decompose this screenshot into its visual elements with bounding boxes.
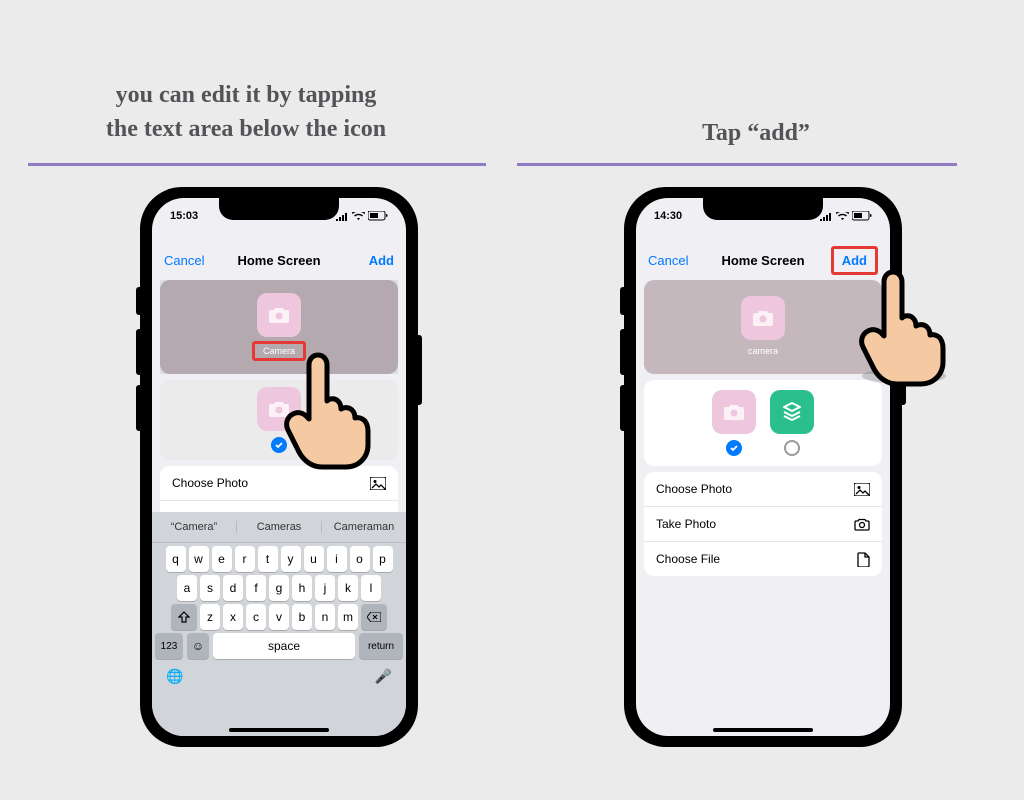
key-d[interactable]: d (223, 575, 243, 601)
preview-card: camera (644, 280, 882, 374)
camera-icon (723, 403, 745, 421)
key-shift[interactable] (171, 604, 197, 630)
key-w[interactable]: w (189, 546, 209, 572)
key-m[interactable]: m (338, 604, 358, 630)
icon-option-1[interactable] (712, 390, 756, 434)
underline-left (28, 163, 486, 166)
phone-left: 15:03 Cancel Home Screen Add Camera (140, 187, 418, 747)
radio-unselected[interactable] (784, 440, 800, 456)
status-indicators (335, 211, 388, 221)
key-b[interactable]: b (292, 604, 312, 630)
navbar: Cancel Home Screen Add (152, 246, 406, 274)
wifi-icon (836, 212, 849, 221)
actions-list: Choose Photo Take Photo Choose File (644, 472, 882, 576)
key-o[interactable]: o (350, 546, 370, 572)
choose-photo-row[interactable]: Choose Photo (644, 472, 882, 507)
key-c[interactable]: c (246, 604, 266, 630)
camera-outline-icon (854, 518, 870, 531)
photo-icon (854, 483, 870, 496)
key-backspace[interactable] (361, 604, 387, 630)
choose-file-row[interactable]: Choose File (644, 542, 882, 576)
key-j[interactable]: j (315, 575, 335, 601)
key-t[interactable]: t (258, 546, 278, 572)
phone-right: 14:30 Cancel Home Screen Add camera (624, 187, 902, 747)
key-emoji[interactable]: ☺ (187, 633, 209, 659)
key-k[interactable]: k (338, 575, 358, 601)
suggestion-3[interactable]: Cameraman (322, 521, 406, 533)
key-y[interactable]: y (281, 546, 301, 572)
camera-icon (752, 309, 774, 327)
app-icon-preview (257, 293, 301, 337)
nav-title: Home Screen (721, 253, 804, 268)
photo-icon (370, 477, 386, 490)
key-n[interactable]: n (315, 604, 335, 630)
app-label[interactable]: camera (740, 344, 786, 358)
home-indicator[interactable] (229, 728, 329, 732)
key-a[interactable]: a (177, 575, 197, 601)
key-p[interactable]: p (373, 546, 393, 572)
mic-icon[interactable]: 🎤 (375, 668, 392, 685)
status-time: 15:03 (170, 210, 198, 222)
key-s[interactable]: s (200, 575, 220, 601)
app-icon-preview (741, 296, 785, 340)
keyboard[interactable]: “Camera” Cameras Cameraman q w e r t y u… (152, 512, 406, 736)
key-z[interactable]: z (200, 604, 220, 630)
battery-icon (852, 211, 872, 221)
key-e[interactable]: e (212, 546, 232, 572)
checkmark-icon (274, 440, 284, 450)
add-button[interactable]: Add (369, 253, 394, 268)
layers-icon (780, 400, 804, 424)
wifi-icon (352, 212, 365, 221)
caption-left: you can edit it by tapping the text area… (6, 78, 486, 146)
checkmark-icon (729, 443, 739, 453)
key-q[interactable]: q (166, 546, 186, 572)
key-space[interactable]: space (213, 633, 355, 659)
suggestion-2[interactable]: Cameras (237, 521, 322, 533)
screen-left: 15:03 Cancel Home Screen Add Camera (152, 198, 406, 736)
suggestion-1[interactable]: “Camera” (152, 521, 237, 533)
key-x[interactable]: x (223, 604, 243, 630)
nav-title: Home Screen (237, 253, 320, 268)
key-i[interactable]: i (327, 546, 347, 572)
key-r[interactable]: r (235, 546, 255, 572)
file-icon (857, 552, 870, 567)
take-photo-row[interactable]: Take Photo (644, 507, 882, 542)
caption-left-line1: you can edit it by tapping (116, 82, 377, 108)
battery-icon (368, 211, 388, 221)
home-indicator[interactable] (713, 728, 813, 732)
key-g[interactable]: g (269, 575, 289, 601)
radio-selected[interactable] (726, 440, 742, 456)
underline-right (517, 163, 957, 166)
key-u[interactable]: u (304, 546, 324, 572)
shift-icon (178, 611, 190, 623)
add-button[interactable]: Add (831, 246, 878, 275)
radio-selected[interactable] (271, 437, 287, 453)
icon-selector-card (160, 380, 398, 460)
camera-icon (268, 400, 290, 418)
screen-right: 14:30 Cancel Home Screen Add camera (636, 198, 890, 736)
icon-selector-card (644, 380, 882, 466)
icon-option-1[interactable] (257, 387, 301, 431)
key-return[interactable]: return (359, 633, 403, 659)
key-l[interactable]: l (361, 575, 381, 601)
navbar: Cancel Home Screen Add (636, 246, 890, 274)
key-v[interactable]: v (269, 604, 289, 630)
caption-left-line2: the text area below the icon (106, 116, 386, 142)
key-f[interactable]: f (246, 575, 266, 601)
preview-card: Camera (160, 280, 398, 374)
app-label-input[interactable]: Camera (252, 341, 306, 361)
icon-option-2[interactable] (770, 390, 814, 434)
globe-icon[interactable]: 🌐 (166, 668, 183, 685)
cancel-button[interactable]: Cancel (164, 253, 204, 268)
key-h[interactable]: h (292, 575, 312, 601)
caption-right: Tap “add” (606, 116, 906, 150)
key-123[interactable]: 123 (155, 633, 183, 659)
cancel-button[interactable]: Cancel (648, 253, 688, 268)
camera-icon (268, 306, 290, 324)
backspace-icon (367, 612, 381, 622)
status-indicators (819, 211, 872, 221)
status-time: 14:30 (654, 210, 682, 222)
suggestion-bar: “Camera” Cameras Cameraman (152, 512, 406, 543)
choose-photo-row[interactable]: Choose Photo (160, 466, 398, 501)
